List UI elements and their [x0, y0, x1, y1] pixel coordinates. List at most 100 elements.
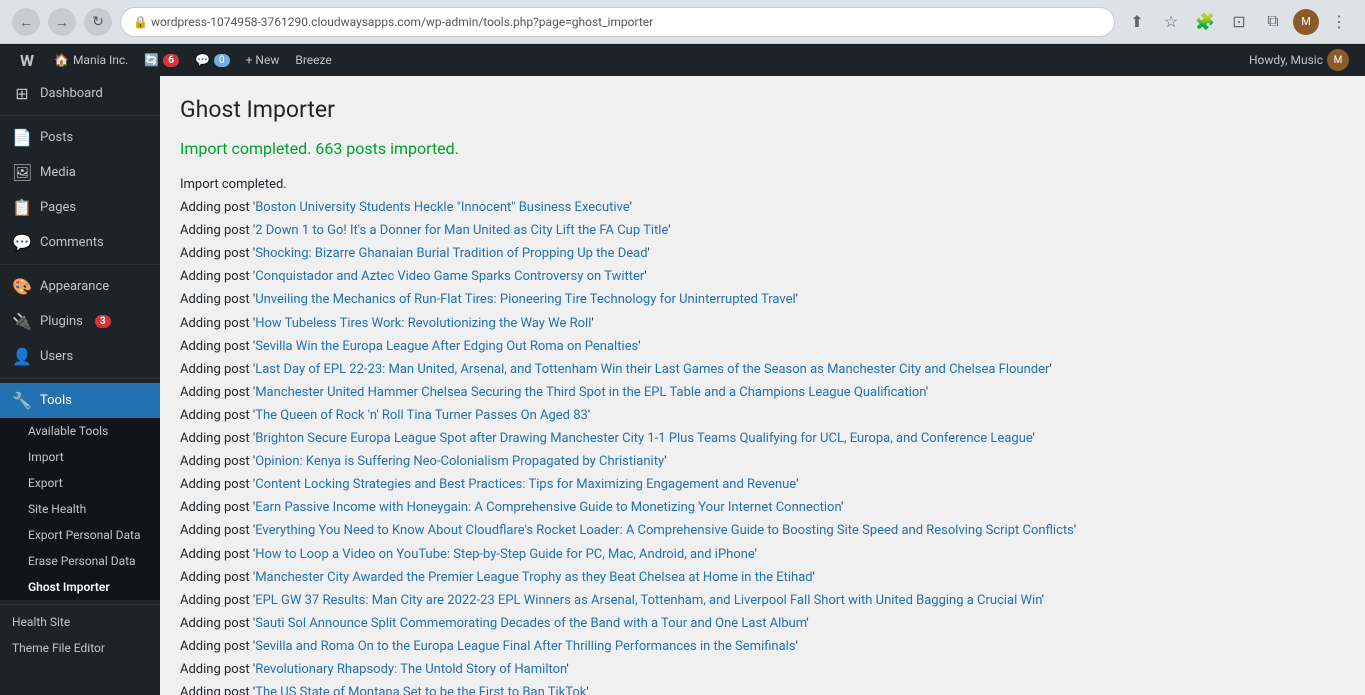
sidebar-item-dashboard[interactable]: ⊞ Dashboard: [0, 76, 160, 111]
wp-sidebar: ⊞ Dashboard 📄 Posts 🖼 Media 📋 Pages 💬 Co…: [0, 76, 160, 695]
post-title-link[interactable]: How Tubeless Tires Work: Revolutionizing…: [255, 316, 591, 331]
post-title-link[interactable]: Opinion: Kenya is Suffering Neo-Colonial…: [255, 454, 664, 469]
sidebar-label-dashboard: Dashboard: [40, 86, 103, 101]
admin-bar-updates[interactable]: 🔄 6: [136, 44, 187, 76]
import-log: Import completed. Adding post 'Boston Un…: [180, 174, 1345, 695]
post-title-link[interactable]: Earn Passive Income with Honeygain: A Co…: [255, 500, 841, 515]
plugins-badge: 3: [95, 315, 111, 328]
sidebar-item-users[interactable]: 👤 Users: [0, 339, 160, 374]
bookmark-button[interactable]: ☆: [1157, 8, 1185, 36]
tab-button[interactable]: ⊡: [1225, 8, 1253, 36]
split-button[interactable]: ⧉: [1259, 8, 1287, 36]
main-content: Ghost Importer Import completed. 663 pos…: [160, 76, 1365, 695]
log-entry: Adding post 'Conquistador and Aztec Vide…: [180, 266, 1345, 288]
sidebar-divider-4: [0, 604, 160, 605]
post-title-link[interactable]: Boston University Students Heckle "Innoc…: [255, 200, 629, 215]
post-title-link[interactable]: Sauti Sol Announce Split Commemorating D…: [255, 616, 806, 631]
log-entry: Adding post 'EPL GW 37 Results: Man City…: [180, 590, 1345, 612]
admin-bar-breeze[interactable]: Breeze: [287, 44, 339, 76]
log-entry: Adding post 'Sauti Sol Announce Split Co…: [180, 613, 1345, 635]
sidebar-item-plugins[interactable]: 🔌 Plugins 3: [0, 304, 160, 339]
post-title-link[interactable]: Revolutionary Rhapsody: The Untold Story…: [255, 662, 566, 677]
admin-avatar[interactable]: M: [1327, 49, 1349, 71]
wp-logo-item[interactable]: W: [8, 43, 46, 78]
sidebar-item-tools[interactable]: 🔧 Tools: [0, 383, 160, 418]
log-entry: Adding post '2 Down 1 to Go! It's a Donn…: [180, 220, 1345, 242]
sidebar-sub-ghost-importer[interactable]: Ghost Importer: [0, 574, 160, 600]
sidebar-item-posts[interactable]: 📄 Posts: [0, 120, 160, 155]
sidebar-sub-export-personal-data[interactable]: Export Personal Data: [0, 522, 160, 548]
wp-logo-icon: W: [20, 51, 34, 70]
post-title-link[interactable]: 2 Down 1 to Go! It's a Donner for Man Un…: [255, 223, 668, 238]
log-entry: Adding post 'Manchester United Hammer Ch…: [180, 382, 1345, 404]
dashboard-icon: ⊞: [12, 84, 32, 103]
log-entry: Adding post 'Boston University Students …: [180, 197, 1345, 219]
post-title-link[interactable]: Content Locking Strategies and Best Prac…: [255, 477, 796, 492]
post-title-link[interactable]: The Queen of Rock 'n' Roll Tina Turner P…: [255, 408, 588, 423]
post-title-link[interactable]: Last Day of EPL 22-23: Man United, Arsen…: [255, 362, 1049, 377]
admin-bar-new[interactable]: + New: [238, 44, 288, 76]
sidebar-theme-file-editor[interactable]: Theme File Editor: [0, 635, 160, 661]
import-completed-text: Import completed.: [180, 174, 1345, 196]
sidebar-sub-site-health[interactable]: Site Health: [0, 496, 160, 522]
log-entry: Adding post 'Earn Passive Income with Ho…: [180, 497, 1345, 519]
admin-bar-howdy[interactable]: Howdy, Music M: [1241, 44, 1357, 76]
sidebar-sub-available-tools[interactable]: Available Tools: [0, 418, 160, 444]
log-entry: Adding post 'Opinion: Kenya is Suffering…: [180, 451, 1345, 473]
log-entry: Adding post 'The Queen of Rock 'n' Roll …: [180, 405, 1345, 427]
profile-avatar[interactable]: M: [1293, 9, 1319, 35]
log-entry: Adding post 'The US State of Montana Set…: [180, 682, 1345, 695]
browser-chrome: ← → ↻ 🔒 wordpress-1074958-3761290.cloudw…: [0, 0, 1365, 44]
sidebar-divider-2: [0, 264, 160, 265]
sidebar-item-media[interactable]: 🖼 Media: [0, 155, 160, 190]
browser-actions: ⬆ ☆ 🧩 ⊡ ⧉ M ⋮: [1123, 8, 1353, 36]
menu-button[interactable]: ⋮: [1325, 8, 1353, 36]
wp-admin-bar: W 🏠 Mania Inc. 🔄 6 💬 0 + New Breeze Howd…: [0, 44, 1365, 76]
post-title-link[interactable]: Unveiling the Mechanics of Run-Flat Tire…: [255, 292, 795, 307]
share-button[interactable]: ⬆: [1123, 8, 1151, 36]
log-entry: Adding post 'Sevilla Win the Europa Leag…: [180, 336, 1345, 358]
sidebar-health-site[interactable]: Health Site: [0, 609, 160, 635]
post-title-link[interactable]: The US State of Montana Set to be the Fi…: [255, 685, 586, 695]
log-entry: Adding post 'Last Day of EPL 22-23: Man …: [180, 359, 1345, 381]
post-title-link[interactable]: Everything You Need to Know About Cloudf…: [255, 523, 1074, 538]
post-title-link[interactable]: Manchester City Awarded the Premier Leag…: [255, 570, 812, 585]
post-title-link[interactable]: Sevilla Win the Europa League After Edgi…: [255, 339, 638, 354]
import-success-message: Import completed. 663 posts imported.: [180, 139, 1345, 158]
forward-button[interactable]: →: [48, 8, 76, 36]
post-title-link[interactable]: Conquistador and Aztec Video Game Sparks…: [255, 269, 644, 284]
updates-badge: 6: [163, 54, 179, 67]
log-entry: Adding post 'Everything You Need to Know…: [180, 520, 1345, 542]
wp-layout: ⊞ Dashboard 📄 Posts 🖼 Media 📋 Pages 💬 Co…: [0, 76, 1365, 695]
post-title-link[interactable]: EPL GW 37 Results: Man City are 2022-23 …: [255, 593, 1042, 608]
post-title-link[interactable]: Shocking: Bizarre Ghanaian Burial Tradit…: [255, 246, 647, 261]
sidebar-sub-erase-personal-data[interactable]: Erase Personal Data: [0, 548, 160, 574]
post-title-link[interactable]: Sevilla and Roma On to the Europa League…: [255, 639, 795, 654]
refresh-button[interactable]: ↻: [84, 8, 112, 36]
url-text: wordpress-1074958-3761290.cloudwaysapps.…: [151, 15, 653, 29]
tools-icon: 🔧: [12, 391, 32, 410]
post-title-link[interactable]: How to Loop a Video on YouTube: Step-by-…: [255, 547, 755, 562]
sidebar-sub-import[interactable]: Import: [0, 444, 160, 470]
admin-bar-home[interactable]: 🏠 Mania Inc.: [46, 44, 136, 76]
post-title-link[interactable]: Brighton Secure Europa League Spot after…: [255, 431, 1032, 446]
url-bar[interactable]: 🔒 wordpress-1074958-3761290.cloudwaysapp…: [120, 7, 1115, 37]
sidebar-item-pages[interactable]: 📋 Pages: [0, 190, 160, 225]
tools-submenu: Available Tools Import Export Site Healt…: [0, 418, 160, 600]
users-icon: 👤: [12, 347, 32, 366]
admin-bar-comments[interactable]: 💬 0: [187, 44, 238, 76]
sidebar-item-comments[interactable]: 💬 Comments: [0, 225, 160, 260]
admin-bar-right: Howdy, Music M: [1241, 44, 1357, 76]
extensions-button[interactable]: 🧩: [1191, 8, 1219, 36]
breeze-label: Breeze: [295, 53, 331, 67]
post-title-link[interactable]: Manchester United Hammer Chelsea Securin…: [255, 385, 926, 400]
sidebar-sub-export[interactable]: Export: [0, 470, 160, 496]
posts-icon: 📄: [12, 128, 32, 147]
log-entries-container: Adding post 'Boston University Students …: [180, 197, 1345, 695]
sidebar-item-appearance[interactable]: 🎨 Appearance: [0, 269, 160, 304]
sidebar-label-tools: Tools: [40, 393, 72, 408]
back-button[interactable]: ←: [12, 8, 40, 36]
comments-badge: 0: [214, 54, 230, 67]
log-entry: Adding post 'Shocking: Bizarre Ghanaian …: [180, 243, 1345, 265]
page-title: Ghost Importer: [180, 96, 1345, 123]
